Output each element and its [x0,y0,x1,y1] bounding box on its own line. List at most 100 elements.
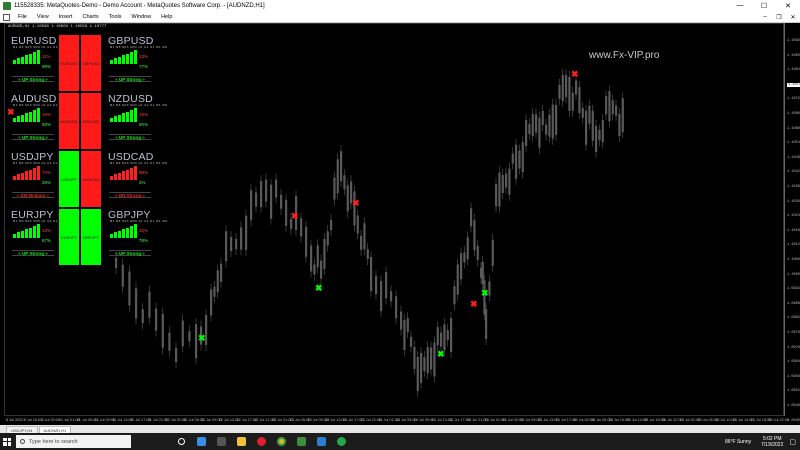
candle-body [443,324,446,351]
candle-body [460,253,463,280]
candle-body [175,348,178,362]
strength-bars [13,224,40,238]
taskbar-search[interactable]: Type here to search [16,435,131,448]
start-button[interactable] [0,433,14,450]
chrome-icon[interactable] [271,433,291,450]
mdi-controls: – ❐ ✕ [758,14,800,21]
mdi-minimize-button[interactable]: – [758,14,772,21]
candle-body [521,142,524,173]
candle-body [565,75,568,98]
price-tick: 1.10420 [787,170,800,175]
sell-signal-marker: ✖ [352,198,360,208]
strength-bar [29,111,32,122]
menu-file[interactable]: File [13,14,32,20]
pair-cell-eurusd: EURUSD M1 M5 M15 M30 H1 H4 D1 W1 MN 11% 89%… [8,31,70,87]
signal-square-nzdusd: NZDUSD [81,93,101,149]
candle-body [585,110,588,145]
app-icon-camera[interactable] [311,433,331,450]
app-icon-media[interactable] [211,433,231,450]
candle-body [605,96,608,115]
strength-label: « DN Medium » [12,192,54,198]
candle-body [588,105,591,124]
opera-icon[interactable] [251,433,271,450]
task-view-icon[interactable] [171,433,191,450]
strength-bar [126,53,129,64]
minimize-button[interactable]: — [728,2,752,10]
candle-body [240,227,243,250]
candle-body [285,199,288,226]
pct-down: 22% [139,228,149,233]
tab-audnzd-h1[interactable]: AUDNZD,H1 [38,426,72,433]
strength-bar [13,60,16,64]
price-tick: 1.10360 [787,185,800,189]
candle-body [330,220,333,230]
windows-store-icon[interactable] [191,433,211,450]
menu-tools[interactable]: Tools [104,14,127,20]
signal-square-gbpusd: GBPUSD [81,35,101,91]
price-axis[interactable]: 1.10960 1.10900 1.10840 1.10777 1.10720 1.106… [784,23,800,423]
candle-body [501,175,504,193]
clock[interactable]: 5:02 PM 7/19/2022 [761,436,783,448]
file-explorer-icon[interactable] [231,433,251,450]
mdi-close-button[interactable]: ✕ [786,14,800,21]
time-axis[interactable]: 8 Jul 2022 8 Jul 16:00 8 Jul 20:00 11 Jul 0… [4,416,789,425]
candle-body [618,114,621,136]
price-tick: 1.10720 [787,97,800,102]
candle-body [141,309,144,324]
candle-body [518,150,521,169]
weather-widget[interactable]: 86°F Sunny [725,439,751,445]
app-icon-drive[interactable] [291,433,311,450]
time-tick: 8 Jul 2022 [6,418,24,422]
menu-view[interactable]: View [32,14,54,20]
candle-body [366,249,369,260]
pct-up: 2% [139,180,146,185]
menu-insert[interactable]: Insert [54,14,78,20]
candle-body [305,226,308,257]
price-tick: 1.10660 [787,112,800,116]
mdi-restore-button[interactable]: ❐ [772,14,786,21]
sell-signal-marker: ✖ [291,211,299,221]
strength-bar [37,50,40,64]
candle-body [568,76,571,111]
menu-bar: File View Insert Charts Tools Window Hel… [0,12,800,23]
candle-body [340,151,343,182]
candle-body [495,184,498,207]
notification-icon[interactable]: ▢ [789,438,796,446]
strength-bars [13,108,40,122]
strength-bar [118,172,121,180]
signal-square-usdcad: USDCAD [81,151,101,207]
maximize-button[interactable]: ☐ [752,2,776,10]
tab-usdjpy-h4[interactable]: USDJPY,H4 [6,426,38,433]
strength-bar [21,230,24,238]
strength-bar [33,226,36,238]
time-tick: 8 Jul 16:00 [23,418,43,422]
candle-body [370,257,373,291]
pct-down: 13% [42,228,52,233]
pct-down: 11% [42,54,51,59]
price-tick: 1.09580 [787,374,800,379]
strength-bar [122,229,125,238]
candle-body [591,110,594,141]
strength-bar [130,52,133,64]
strength-bar [110,234,113,238]
price-tick: 1.10840 [787,68,800,73]
window-controls: — ☐ ✕ [728,2,800,10]
menu-charts[interactable]: Charts [77,14,103,20]
menu-help[interactable]: Help [156,14,177,20]
candle-body [403,320,406,350]
close-button[interactable]: ✕ [776,2,800,10]
metatrader-taskbar-icon[interactable] [331,433,351,450]
menu-window[interactable]: Window [127,14,157,20]
strength-bar [134,166,137,180]
candle-body [470,208,473,227]
candle-body [121,264,124,287]
pct-up: 90% [42,122,52,127]
candle-body [210,289,213,316]
candle-body [128,271,131,306]
timeframe-labels: M1 M5 M15 M30 H1 H4 D1 W1 MN [110,104,168,107]
candle-body [491,239,494,266]
price-tick: 1.09880 [787,301,800,306]
candle-body [400,311,403,330]
candle-body [353,191,356,226]
candle-body [413,346,416,369]
